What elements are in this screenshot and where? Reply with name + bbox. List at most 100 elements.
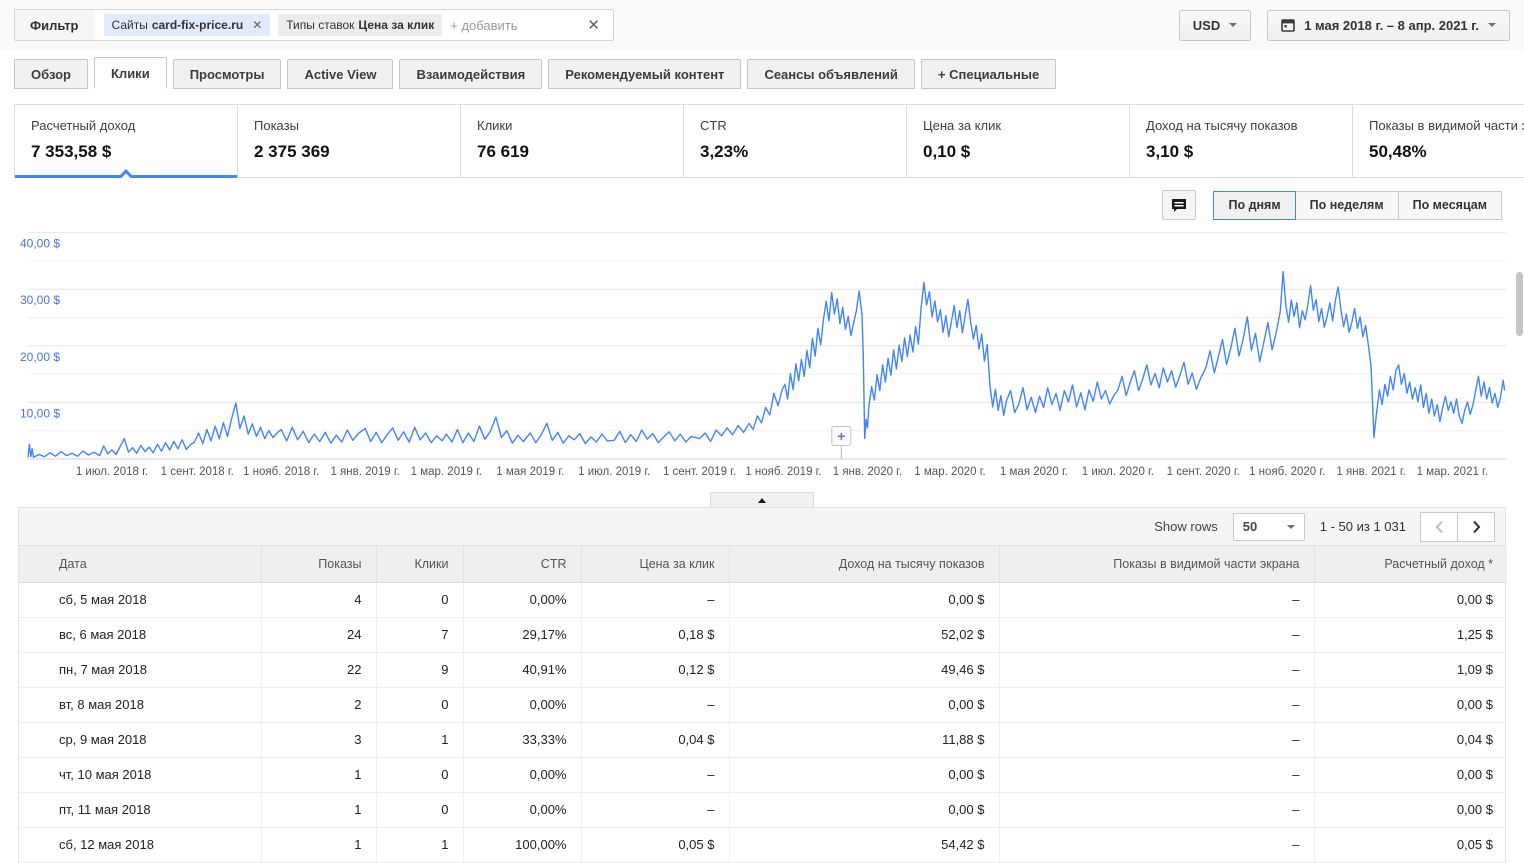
tab-item[interactable]: Клики xyxy=(94,57,167,89)
rows-per-page-select[interactable]: 50 xyxy=(1232,512,1305,541)
filter-chip[interactable]: Сайты card-fix-price.ru ✕ xyxy=(103,14,271,36)
revenue-time-series-chart[interactable]: 10,00 $ 20,00 $ 30,00 $ 40,00 $ 1 июл. 2018 … xyxy=(0,226,1524,486)
metric-card[interactable]: Доход на тысячу показов 3,10 $ xyxy=(1130,105,1353,177)
chart-area: 10,00 $ 20,00 $ 30,00 $ 40,00 $ 1 июл. 2018 … xyxy=(0,226,1524,486)
currency-selector[interactable]: USD xyxy=(1178,9,1252,41)
filter-clear-icon[interactable]: ✕ xyxy=(574,10,613,40)
annotation-marker[interactable]: + xyxy=(831,426,852,460)
column-header[interactable]: Показы в видимой части экрана xyxy=(998,546,1314,583)
column-header[interactable]: Цена за клик xyxy=(580,546,729,583)
x-axis-label: 1 июл. 2018 г. xyxy=(76,466,148,478)
column-header[interactable]: CTR xyxy=(462,546,581,583)
x-axis-label: 1 июл. 2019 г. xyxy=(578,466,650,478)
column-header[interactable]: Клики xyxy=(375,546,463,583)
tab-item[interactable]: Просмотры xyxy=(172,59,282,89)
chart-controls: По дням По неделям По месяцам xyxy=(22,190,1502,220)
table-cell: 2 xyxy=(260,687,376,723)
tab-item[interactable]: Обзор xyxy=(14,59,88,89)
page-scrollbar-thumb[interactable] xyxy=(1516,272,1523,336)
metric-card[interactable]: Показы 2 375 369 xyxy=(238,105,461,177)
table-cell: 0,00 $ xyxy=(1313,792,1507,828)
metric-card-label: CTR xyxy=(700,118,727,133)
metric-card[interactable]: Показы в видимой части экрана 50,48% xyxy=(1353,105,1524,177)
currency-value: USD xyxy=(1192,17,1221,33)
metric-cards: Расчетный доход 7 353,58 $ Показы 2 375 369… xyxy=(14,104,1524,182)
metric-card[interactable]: Цена за клик 0,10 $ xyxy=(907,105,1130,177)
tab-item[interactable]: Рекомендуемый контент xyxy=(548,59,742,89)
x-axis-label: 1 мар. 2019 г. xyxy=(411,466,482,478)
column-header[interactable]: Расчетный доход * xyxy=(1313,546,1507,583)
x-axis-label: 1 мар. 2020 г. xyxy=(914,466,985,478)
table-cell: 0,00 $ xyxy=(728,792,999,828)
next-page-button[interactable] xyxy=(1457,511,1495,542)
comment-icon xyxy=(1171,198,1187,213)
table-cell: 52,02 $ xyxy=(728,617,999,653)
filter-box[interactable]: Фильтр Сайты card-fix-price.ru ✕ Типы став… xyxy=(14,9,614,41)
x-axis-labels: 1 июл. 2018 г. 1 сент. 2018 г. 1 нояб. 201… xyxy=(76,466,1488,478)
table-cell: 4 xyxy=(260,582,376,618)
table-cell: пн, 7 мая 2018 xyxy=(19,652,261,688)
granularity-button[interactable]: По неделям xyxy=(1294,190,1399,220)
tabs-bar: Обзор Клики Просмотры Active View Взаимодейс… xyxy=(14,57,1510,89)
metric-card[interactable]: CTR 3,23% xyxy=(684,105,907,177)
table-cell: – xyxy=(998,582,1314,618)
date-range-selector[interactable]: 1 мая 2018 г. – 8 апр. 2021 г. xyxy=(1267,9,1510,41)
column-header[interactable]: Доход на тысячу показов xyxy=(728,546,999,583)
metric-card[interactable]: Клики 76 619 xyxy=(461,105,684,177)
x-axis-label: 1 нояб. 2019 г. xyxy=(745,466,821,478)
table-cell: 0 xyxy=(375,687,463,723)
table-cell: 49,46 $ xyxy=(728,652,999,688)
chevron-left-icon xyxy=(1435,520,1444,534)
y-axis-label: 30,00 $ xyxy=(20,293,60,307)
table-row: пт, 11 мая 2018 1 0 0,00% –0,00 $ –0,00 $ xyxy=(19,792,1507,828)
table-cell: – xyxy=(580,687,729,723)
tab-item[interactable]: + Специальные xyxy=(920,59,1057,89)
table-cell: 0,00% xyxy=(462,687,581,723)
table-body: сб, 5 мая 2018 4 0 0,00% –0,00 $ –0,00 $ вс, 6… xyxy=(19,582,1507,863)
granularity-segmented-control: По дням По неделям По месяцам xyxy=(1213,190,1502,220)
topbar-right: USD 1 мая 2018 г. – 8 апр. 2021 г. xyxy=(1178,9,1510,41)
x-axis-label: 1 мая 2019 г. xyxy=(496,466,564,478)
metric-card-value: 3,10 $ xyxy=(1146,142,1194,161)
table-cell: – xyxy=(998,792,1314,828)
column-header[interactable]: Показы xyxy=(260,546,376,583)
table-cell: 1,09 $ xyxy=(1313,652,1507,688)
table-cell: 1 xyxy=(260,757,376,793)
table-cell: пт, 11 мая 2018 xyxy=(19,792,261,828)
previous-page-button[interactable] xyxy=(1420,511,1458,542)
metric-card-value: 76 619 xyxy=(477,142,529,161)
remove-chip-icon[interactable]: ✕ xyxy=(252,18,262,32)
metric-card[interactable]: Расчетный доход 7 353,58 $ xyxy=(15,105,238,182)
table-cell: 0 xyxy=(375,757,463,793)
x-axis-label: 1 июл. 2020 г. xyxy=(1082,466,1154,478)
filter-chips: Сайты card-fix-price.ru ✕ Типы ставок Цена… xyxy=(94,10,575,40)
report-table-section: Show rows 50 1 - 50 из 1 031 Дата Показы К… xyxy=(18,507,1507,863)
table-row: чт, 10 мая 2018 1 0 0,00% –0,00 $ –0,00 $ xyxy=(19,757,1507,793)
x-axis-label: 1 сент. 2020 г. xyxy=(1167,466,1240,478)
table-cell: 0,04 $ xyxy=(1313,722,1507,758)
granularity-button[interactable]: По месяцам xyxy=(1397,190,1502,220)
table-cell: 0,00 $ xyxy=(728,757,999,793)
table-cell: 40,91% xyxy=(462,652,581,688)
tab-item[interactable]: Сеансы объявлений xyxy=(747,59,915,89)
table-cell: 0,04 $ xyxy=(580,722,729,758)
table-row: пн, 7 мая 2018 22 9 40,91% 0,12 $49,46 $ –1,0… xyxy=(19,652,1507,688)
tab-item[interactable]: Взаимодействия xyxy=(399,59,543,89)
column-header[interactable]: Дата xyxy=(19,546,261,583)
metric-card-label: Показы xyxy=(254,118,299,133)
annotations-button[interactable] xyxy=(1162,190,1197,220)
plus-icon: + xyxy=(837,428,845,444)
date-range-value: 1 мая 2018 г. – 8 апр. 2021 г. xyxy=(1304,17,1479,33)
filter-chip[interactable]: Типы ставок Цена за клик xyxy=(278,14,443,36)
metric-card-label: Расчетный доход xyxy=(31,118,136,133)
add-filter-placeholder[interactable]: + добавить xyxy=(450,18,517,33)
table-cell: – xyxy=(998,687,1314,723)
collapse-chart-button[interactable] xyxy=(710,492,814,507)
tab-item[interactable]: Active View xyxy=(287,59,394,89)
table-cell: 0,00 $ xyxy=(1313,687,1507,723)
x-axis-label: 1 сент. 2018 г. xyxy=(161,466,234,478)
table-cell: – xyxy=(580,582,729,618)
chevron-down-icon xyxy=(1286,524,1295,529)
granularity-button[interactable]: По дням xyxy=(1213,190,1296,220)
pagination-range-label: 1 - 50 из 1 031 xyxy=(1319,519,1406,534)
